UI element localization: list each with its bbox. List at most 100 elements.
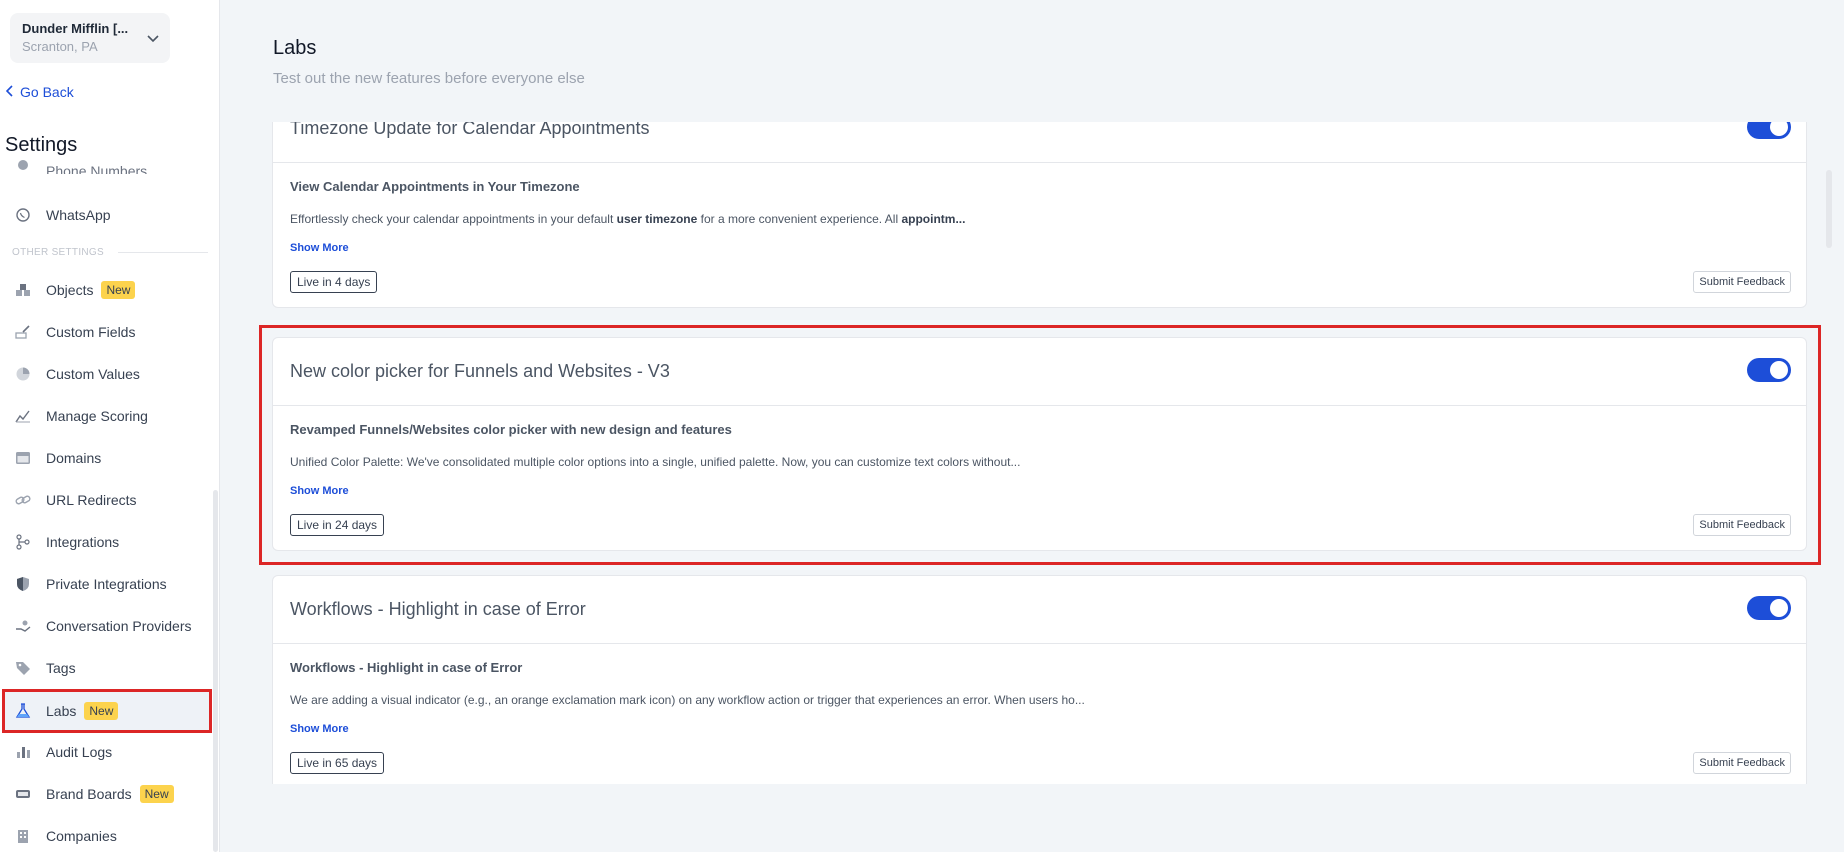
sidebar-item-label: Audit Logs bbox=[46, 744, 113, 760]
card-title: Workflows - Highlight in case of Error bbox=[290, 599, 586, 619]
card-description: Unified Color Palette: We've consolidate… bbox=[290, 455, 1021, 469]
go-back-link[interactable]: Go Back bbox=[5, 84, 74, 100]
desc-text: Effortlessly check your calendar appoint… bbox=[290, 212, 617, 226]
sidebar-item-conversation-providers[interactable]: Conversation Providers bbox=[0, 606, 214, 646]
card-body: View Calendar Appointments in Your Timez… bbox=[273, 163, 1806, 307]
sidebar-item-label: Labs bbox=[46, 703, 77, 719]
live-status-badge: Live in 24 days bbox=[290, 514, 385, 536]
card-header: New color picker for Funnels and Website… bbox=[273, 338, 1806, 406]
desc-bold: appointm... bbox=[901, 212, 966, 226]
card-subtitle: View Calendar Appointments in Your Timez… bbox=[290, 179, 580, 194]
git-branch-icon bbox=[14, 533, 32, 551]
card-body: Workflows - Highlight in case of Error W… bbox=[273, 644, 1806, 784]
card-header: Workflows - Highlight in case of Error bbox=[273, 576, 1806, 644]
sidebar-item-label: Objects bbox=[46, 282, 94, 298]
live-status-badge: Live in 4 days bbox=[290, 271, 378, 293]
card-subtitle: Workflows - Highlight in case of Error bbox=[290, 660, 523, 675]
submit-feedback-button[interactable]: Submit Feedback bbox=[1693, 271, 1791, 293]
desc-bold: user timezone bbox=[616, 212, 698, 226]
palette-board-icon bbox=[14, 785, 32, 803]
feature-toggle[interactable] bbox=[1747, 358, 1791, 382]
feature-toggle[interactable] bbox=[1747, 122, 1791, 139]
submit-feedback-button[interactable]: Submit Feedback bbox=[1693, 514, 1791, 536]
sidebar-item-label: Custom Fields bbox=[46, 324, 136, 340]
feature-card-color-picker: New color picker for Funnels and Website… bbox=[272, 337, 1807, 551]
card-body: Revamped Funnels/Websites color picker w… bbox=[273, 406, 1806, 550]
sidebar-item-custom-values[interactable]: Custom Values bbox=[0, 354, 214, 394]
go-back-label: Go Back bbox=[20, 84, 74, 100]
sidebar-item-label: URL Redirects bbox=[46, 492, 137, 508]
bar-chart-icon bbox=[14, 743, 32, 761]
pie-chart-icon bbox=[14, 365, 32, 383]
sidebar-item-tags[interactable]: Tags bbox=[0, 648, 214, 688]
sidebar-item-companies[interactable]: Companies bbox=[0, 816, 214, 852]
show-more-link[interactable]: Show More bbox=[290, 723, 349, 735]
chevron-left-icon bbox=[5, 84, 14, 100]
sidebar-item-integrations[interactable]: Integrations bbox=[0, 522, 214, 562]
browser-window-icon bbox=[14, 449, 32, 467]
sidebar-item-url-redirects[interactable]: URL Redirects bbox=[0, 480, 214, 520]
sidebar-item-label: Custom Values bbox=[46, 366, 140, 382]
feature-toggle[interactable] bbox=[1747, 596, 1791, 620]
chevron-down-icon bbox=[146, 31, 160, 50]
edit-field-icon bbox=[14, 323, 32, 341]
building-icon bbox=[14, 827, 32, 845]
sidebar-item-brand-boards[interactable]: Brand Boards New bbox=[0, 774, 214, 814]
objects-icon bbox=[14, 281, 32, 299]
hand-coin-icon bbox=[14, 617, 32, 635]
sidebar-item-custom-fields[interactable]: Custom Fields bbox=[0, 312, 214, 352]
sidebar-item-label: Phone Numbers bbox=[46, 163, 148, 174]
sidebar-item-label: Manage Scoring bbox=[46, 408, 148, 424]
toggle-knob bbox=[1770, 122, 1788, 136]
feature-card-workflows: Workflows - Highlight in case of Error W… bbox=[272, 575, 1807, 784]
card-title: Timezone Update for Calendar Appointment… bbox=[290, 122, 650, 138]
section-label-text: OTHER SETTINGS bbox=[12, 247, 104, 258]
sidebar: Dunder Mifflin [... Scranton, PA Go Back… bbox=[0, 0, 220, 852]
feature-card-timezone: Timezone Update for Calendar Appointment… bbox=[272, 122, 1807, 308]
card-title: New color picker for Funnels and Website… bbox=[290, 361, 670, 381]
page-title: Labs bbox=[273, 37, 317, 59]
new-badge: New bbox=[139, 785, 174, 803]
section-label-other-settings: OTHER SETTINGS bbox=[12, 247, 208, 258]
sidebar-item-label: Companies bbox=[46, 828, 117, 844]
sidebar-item-label: Private Integrations bbox=[46, 576, 167, 592]
sidebar-item-domains[interactable]: Domains bbox=[0, 438, 214, 478]
sidebar-item-label: Domains bbox=[46, 450, 102, 466]
sidebar-item-whatsapp[interactable]: WhatsApp bbox=[0, 195, 214, 235]
show-more-link[interactable]: Show More bbox=[290, 242, 349, 254]
sidebar-item-label: Tags bbox=[46, 660, 76, 676]
sidebar-item-phone-numbers[interactable]: Phone Numbers bbox=[0, 154, 214, 174]
card-description: Effortlessly check your calendar appoint… bbox=[290, 212, 1789, 226]
sidebar-item-audit-logs[interactable]: Audit Logs bbox=[0, 732, 214, 772]
shield-icon bbox=[14, 575, 32, 593]
page-subtitle: Test out the new features before everyon… bbox=[273, 70, 585, 87]
phone-icon bbox=[14, 156, 32, 174]
sidebar-scrollbar[interactable] bbox=[213, 490, 218, 852]
sidebar-item-private-integrations[interactable]: Private Integrations bbox=[0, 564, 214, 604]
card-description: We are adding a visual indicator (e.g., … bbox=[290, 693, 1085, 707]
labs-feature-list: Timezone Update for Calendar Appointment… bbox=[256, 122, 1831, 784]
toggle-knob bbox=[1770, 599, 1788, 617]
link-icon bbox=[14, 491, 32, 509]
live-status-badge: Live in 65 days bbox=[290, 752, 385, 774]
account-switcher[interactable]: Dunder Mifflin [... Scranton, PA bbox=[10, 13, 170, 63]
content-scrollbar[interactable] bbox=[1826, 170, 1832, 248]
sidebar-item-objects[interactable]: Objects New bbox=[0, 270, 214, 310]
flask-icon bbox=[14, 702, 32, 720]
line-chart-icon bbox=[14, 407, 32, 425]
sidebar-item-label: Integrations bbox=[46, 534, 120, 550]
new-badge: New bbox=[101, 281, 136, 299]
divider bbox=[117, 252, 208, 253]
sidebar-item-label: WhatsApp bbox=[46, 207, 111, 223]
sidebar-item-label: Brand Boards bbox=[46, 786, 132, 802]
whatsapp-icon bbox=[14, 206, 32, 224]
sidebar-item-manage-scoring[interactable]: Manage Scoring bbox=[0, 396, 214, 436]
toggle-knob bbox=[1770, 361, 1788, 379]
sidebar-item-labs[interactable]: Labs New bbox=[2, 689, 212, 733]
card-subtitle: Revamped Funnels/Websites color picker w… bbox=[290, 422, 732, 437]
sidebar-item-label: Conversation Providers bbox=[46, 618, 192, 634]
tag-icon bbox=[14, 659, 32, 677]
submit-feedback-button[interactable]: Submit Feedback bbox=[1693, 752, 1791, 774]
show-more-link[interactable]: Show More bbox=[290, 485, 349, 497]
desc-text: for a more convenient experience. All bbox=[697, 212, 902, 226]
